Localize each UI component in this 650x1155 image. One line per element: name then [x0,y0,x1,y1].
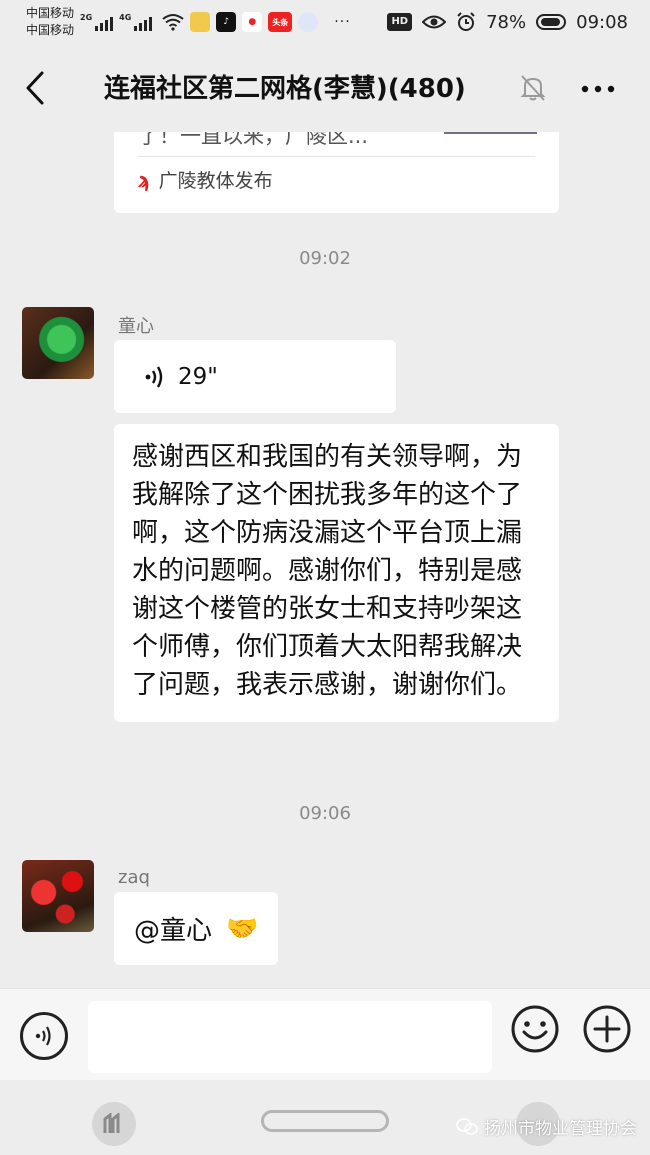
voice-duration: 29" [178,363,218,390]
shared-article-card[interactable]: 了！一直以来，广陵区... ϡ 广陵教体发布 [114,132,559,213]
carrier-labels: 中国移动 中国移动 [26,5,74,39]
map-pin-icon: ● [242,12,263,32]
voice-wave-icon [35,1026,51,1046]
card-divider [138,156,535,157]
status-bar: 中国移动 中国移动 2G 4G ♪ ● 头条 ··· HD 78% 09:08 [0,0,650,44]
back-arrow-icon[interactable] [22,70,52,106]
assistant-icon [103,1113,120,1133]
signal-4g-icon: 4G [119,13,153,31]
timestamp: 09:06 [299,803,351,824]
emoji-button[interactable] [510,1004,560,1054]
battery-percent: 78% [486,11,527,33]
signal-2g-icon: 2G [80,13,114,31]
home-gesture-bar[interactable] [261,1110,389,1132]
more-functions-button[interactable] [582,1004,632,1054]
article-source: ϡ 广陵教体发布 [138,166,273,193]
app-icon [190,12,211,32]
article-snippet: 了！一直以来，广陵区... [138,132,369,148]
message-input[interactable] [88,1001,492,1073]
mute-bell-icon [520,75,546,101]
voice-message[interactable]: 29" [114,340,396,413]
source-name: 广陵教体发布 [158,170,273,192]
handshake-emoji-icon: 🤝 [226,913,259,944]
watermark-text: 扬州市物业管理协会 [484,1119,637,1139]
carrier-2: 中国移动 [26,23,75,37]
eye-icon [422,15,447,29]
timestamp: 09:02 [299,248,351,269]
voice-wave-icon [145,365,163,388]
chat-title: 连福社区第二网格(李慧)(480) [104,74,466,104]
clock: 09:08 [576,11,628,33]
hd-badge: HD [387,13,413,31]
circle-app-icon [298,12,319,32]
sender-name: 童心 [118,316,154,337]
text-message[interactable]: 感谢西区和我国的有关领导啊，为我解除了这个困扰我多年的这个了啊，这个防病没漏这个… [114,424,559,722]
more-notifications-icon: ··· [334,14,351,30]
chat-header: 连福社区第二网格(李慧)(480) [0,44,650,132]
input-bar [0,988,650,1080]
sender-name: zaq [118,867,150,888]
message-list[interactable]: 了！一直以来，广陵区... ϡ 广陵教体发布 09:02 童心 29" 感谢西区… [0,132,650,988]
carrier-1: 中国移动 [26,6,75,20]
mention-text: @童心 [134,916,213,946]
system-nav-bar: 扬州市物业管理协会 [0,1080,650,1155]
watermark: 扬州市物业管理协会 [456,1114,637,1139]
toutiao-icon: 头条 [268,12,293,32]
tiktok-icon: ♪ [216,12,237,32]
mention-message[interactable]: @童心 🤝 [114,892,279,965]
voice-input-button[interactable] [20,1012,68,1060]
article-thumbnail [444,132,537,134]
battery-icon [536,14,567,30]
avatar[interactable] [22,860,94,932]
avatar[interactable] [22,307,94,379]
app-switcher-icon[interactable] [92,1102,136,1146]
alarm-icon [457,12,475,31]
wifi-icon [162,14,184,31]
more-options-icon[interactable] [580,84,616,94]
source-logo-icon: ϡ [138,167,151,192]
wechat-logo-icon [456,1117,478,1135]
